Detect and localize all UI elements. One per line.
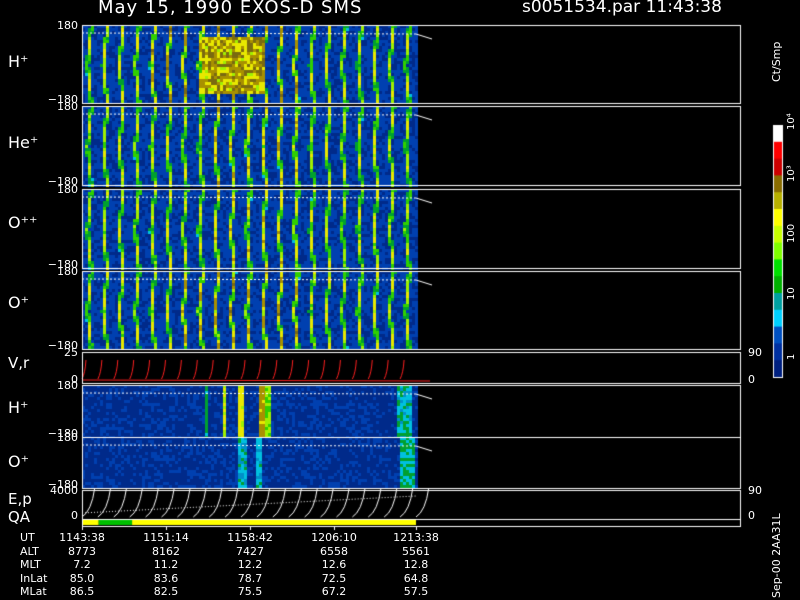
panel-label-h-plus-2: H⁺	[8, 398, 29, 417]
ephemeris-cell: 1143:38	[59, 531, 105, 544]
panel-ymax-ep: 4000	[50, 484, 78, 497]
ephemeris-cell: 1158:42	[227, 531, 273, 544]
panel-label-o-plus-angle: O⁺	[8, 293, 30, 312]
ephemeris-cell: 8162	[152, 544, 180, 558]
ephemeris-cell: 85.0	[69, 571, 95, 585]
ephemeris-cell: 6558	[320, 544, 348, 558]
panel-ymax-he-plus: 180	[57, 100, 78, 113]
colorbar-tick-label: 100	[786, 223, 797, 243]
panel-rmax-vr: 90	[748, 346, 762, 359]
ephemeris-cell: 78.7	[237, 571, 263, 585]
panel-rmin-ep: 0	[748, 509, 755, 522]
ephemeris-cell: 7.2	[73, 558, 91, 571]
panel-ymin-ep: 0	[71, 509, 78, 522]
colorbar-tick-label: 10⁴	[786, 113, 797, 130]
panel-rmin-vr: 0	[748, 373, 755, 386]
panel-ymax-o-plus-angle: 180	[57, 265, 78, 278]
panel-ymax-vr: 25	[64, 346, 78, 359]
ephemeris-cell: 1151:14	[143, 531, 189, 544]
panel-label-o-plusplus: O⁺⁺	[8, 213, 38, 232]
page-title: May 15, 1990 EXOS-D SMS	[98, 0, 363, 18]
ephemeris-cell: 57.5	[403, 585, 429, 598]
colorbar-tick-label: 10³	[786, 165, 797, 182]
panel-label-qa: QA	[8, 508, 31, 526]
file-time-label: s0051534.par 11:43:38	[522, 0, 722, 17]
ephemeris-cell: 12.2	[237, 558, 263, 571]
ephemeris-cell: 12.8	[403, 558, 429, 571]
panel-ymax-o-plus-2: 180	[57, 431, 78, 444]
panel-rmax-ep: 90	[748, 484, 762, 497]
ephemeris-cell: 5561	[402, 544, 430, 558]
ephemeris-cell: 83.6	[153, 571, 179, 585]
ephemeris-cell: 86.5	[69, 585, 95, 598]
ephemeris-cell: 7427	[236, 544, 264, 558]
ephemeris-cell: 8773	[68, 544, 96, 558]
colorbar-tick-label: 1	[786, 353, 797, 360]
ephemeris-cell: 82.5	[153, 585, 179, 598]
colorbar-label: Ct/Smp	[770, 41, 783, 82]
ephemeris-cell: 1213:38	[393, 531, 439, 544]
ephemeris-row-name: UT	[20, 531, 35, 544]
ephemeris-cell: 64.8	[403, 571, 429, 585]
panel-ymax-h-plus-angle: 180	[57, 19, 78, 32]
ephemeris-cell: 12.6	[321, 558, 347, 571]
panel-label-he-plus: He⁺	[8, 133, 39, 152]
ephemeris-cell: 1206:10	[311, 531, 357, 544]
ephemeris-row-name: MLat	[20, 585, 47, 598]
panel-ymax-h-plus-2: 180	[57, 379, 78, 392]
ephemeris-cell: 72.5	[321, 571, 347, 585]
ephemeris-cell: 11.2	[153, 558, 179, 571]
ephemeris-row-name: InLat	[20, 571, 48, 585]
spectrogram-canvas	[0, 0, 800, 600]
panel-ymax-o-plusplus: 180	[57, 183, 78, 196]
ephemeris-cell: 75.5	[237, 585, 263, 598]
panel-label-vr: V,r	[8, 354, 30, 372]
ephemeris-row-name: ALT	[20, 544, 39, 558]
panel-label-o-plus-2: O⁺	[8, 452, 30, 471]
ephemeris-row-name: MLT	[20, 558, 41, 571]
panel-label-h-plus-angle: H⁺	[8, 52, 29, 71]
ephemeris-cell: 67.2	[321, 585, 347, 598]
side-label: Sep-00 2AA31L	[770, 513, 783, 598]
colorbar-tick-label: 10	[786, 287, 797, 300]
